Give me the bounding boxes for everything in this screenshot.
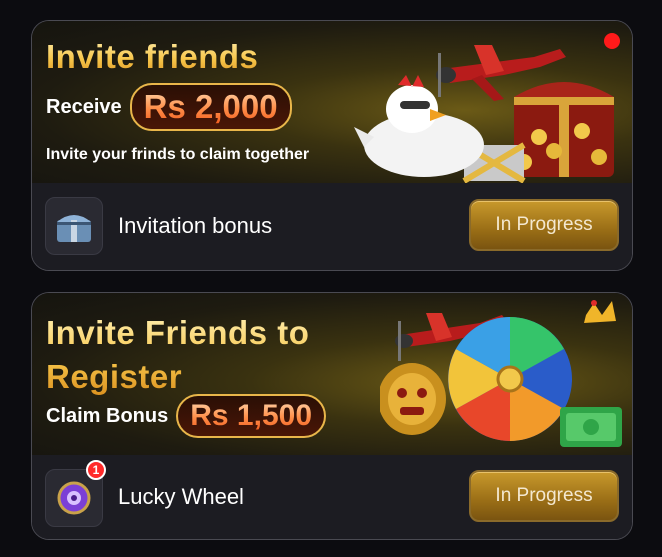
invite-friends-banner[interactable]: Invite friends Receive Rs 2,000 Invite y… <box>32 21 632 183</box>
amount-pill: Rs 2,000 <box>129 83 292 131</box>
amount-value: Rs 2,000 <box>143 88 278 125</box>
chicken-icon <box>354 75 484 177</box>
reward-label: Lucky Wheel <box>118 484 244 509</box>
invite-subtext: Invite your frinds to claim together <box>46 146 310 163</box>
reward-label: Invitation bonus <box>118 213 273 238</box>
lucky-wheel-icon <box>448 317 572 441</box>
chicken-plane-treasure-illustration <box>354 45 614 183</box>
receive-label: Receive <box>46 95 122 118</box>
banner-title: Invite friends <box>46 35 258 79</box>
claim-bonus-label: Claim Bonus <box>46 404 169 427</box>
reward-row: 1 Lucky Wheel In Progress <box>32 455 632 539</box>
in-progress-button[interactable]: In Progress <box>469 470 619 522</box>
reward-row: Invitation bonus In Progress <box>32 183 632 270</box>
invite-friends-card: Invite friends Receive Rs 2,000 Invite y… <box>31 20 633 271</box>
treasure-chest-icon <box>462 82 614 183</box>
notification-dot <box>604 33 620 49</box>
receive-row: Receive Rs 2,000 <box>46 83 292 131</box>
invite-register-card: Invite Friends to Register Claim Bonus R… <box>31 292 633 540</box>
wheel-plane-money-illustration <box>380 300 622 447</box>
treasure-chest-icon <box>45 197 103 255</box>
claim-bonus-row: Claim Bonus Rs 1,500 <box>46 394 327 438</box>
lucky-wheel-icon: 1 <box>45 460 106 527</box>
amount-pill: Rs 1,500 <box>176 394 327 438</box>
in-progress-button[interactable]: In Progress <box>469 199 619 251</box>
invite-register-banner[interactable]: Invite Friends to Register Claim Bonus R… <box>32 293 632 455</box>
banner-title: Invite Friends to Register <box>46 311 366 399</box>
money-stack-icon <box>560 407 622 447</box>
amount-value: Rs 1,500 <box>190 399 313 432</box>
crown-icon <box>584 300 616 323</box>
golden-mask-icon <box>380 363 446 435</box>
notification-badge: 1 <box>86 460 106 480</box>
